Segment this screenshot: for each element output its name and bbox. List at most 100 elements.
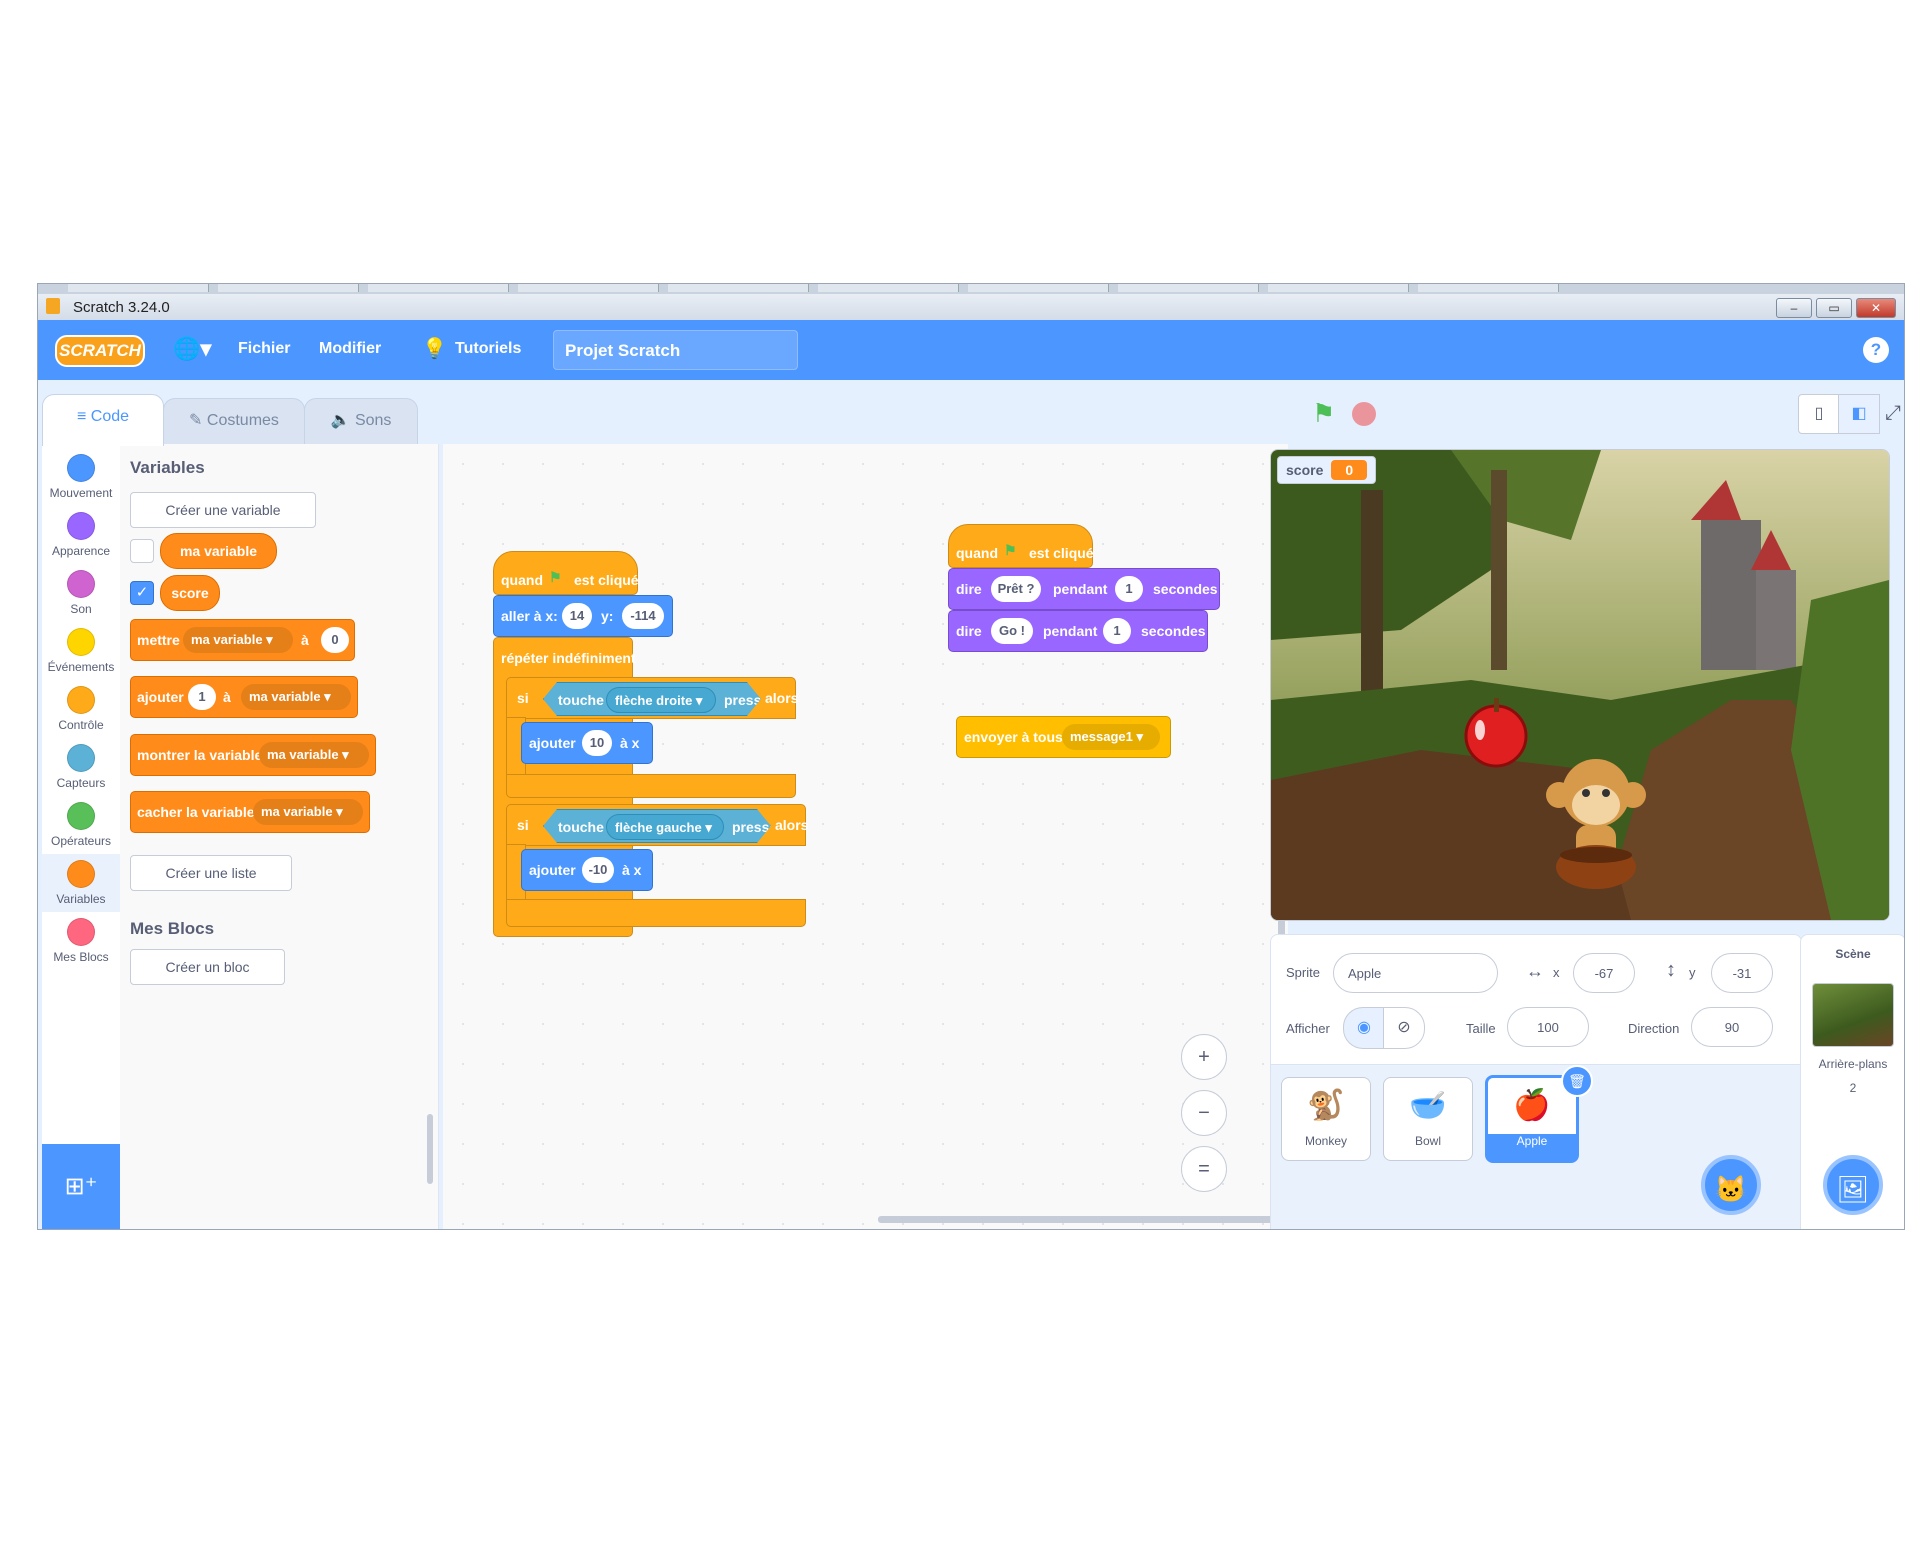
if-right-end	[506, 774, 796, 798]
key-pressed-right-sensor[interactable]: touche flèche droite ▾ pressée ?	[543, 682, 761, 716]
tab-code[interactable]: ≡ Code	[42, 394, 164, 446]
when-flag-clicked-hat-2[interactable]: quand ⚑ est cliqué	[948, 524, 1094, 568]
add-extension-button[interactable]: ⊞⁺	[42, 1144, 120, 1229]
apple-sprite[interactable]	[1456, 690, 1536, 770]
small-stage-icon[interactable]: ▯	[1798, 394, 1840, 434]
stage-canvas[interactable]: score 0	[1270, 449, 1890, 921]
sprite-name-input[interactable]: Apple	[1333, 953, 1498, 993]
variable-dropdown[interactable]: ma variable ▾	[241, 684, 351, 710]
category-sensing[interactable]: Capteurs	[42, 744, 120, 798]
minimize-button[interactable]: –	[1776, 298, 1812, 318]
green-flag-icon[interactable]: ⚑	[1312, 398, 1335, 429]
choose-backdrop-button[interactable]: 🖼	[1823, 1155, 1883, 1215]
palette-scrollbar[interactable]	[427, 1114, 433, 1184]
variable-dropdown[interactable]: ma variable ▾	[183, 627, 293, 653]
project-title-input[interactable]: Projet Scratch	[553, 330, 798, 370]
category-motion[interactable]: Mouvement	[42, 454, 120, 508]
sprite-tile-monkey[interactable]: 🐒 Monkey	[1281, 1077, 1371, 1161]
broadcast-block[interactable]: envoyer à tous message1 ▾	[956, 716, 1171, 758]
dx-input[interactable]: -10	[582, 857, 614, 883]
change-x-right-block[interactable]: ajouter 10 à x	[521, 722, 653, 764]
sensing-dot-icon	[67, 744, 95, 772]
close-button[interactable]: ✕	[1856, 298, 1896, 318]
create-list-button[interactable]: Créer une liste	[130, 855, 292, 891]
bowl-icon: 🥣	[1409, 1089, 1447, 1122]
when-flag-clicked-hat[interactable]: quand ⚑ est cliqué	[493, 551, 639, 595]
change-x-left-block[interactable]: ajouter -10 à x	[521, 849, 653, 891]
category-sound[interactable]: Son	[42, 570, 120, 624]
sprite-tile-bowl[interactable]: 🥣 Bowl	[1383, 1077, 1473, 1161]
score-monitor[interactable]: score 0	[1277, 456, 1377, 484]
tab-sounds[interactable]: 🔈 Sons	[304, 398, 418, 445]
show-variable-block[interactable]: montrer la variable ma variable ▾	[130, 734, 376, 776]
menu-tutorials[interactable]: Tutoriels	[455, 340, 521, 358]
message-input[interactable]: Prêt ?	[991, 576, 1041, 602]
category-operators[interactable]: Opérateurs	[42, 802, 120, 856]
create-block-button[interactable]: Créer un bloc	[130, 949, 285, 985]
x-input[interactable]: -67	[1573, 953, 1635, 993]
variable-dropdown[interactable]: ma variable ▾	[253, 799, 363, 825]
stage-selector-panel[interactable]: Scène Arrière-plans 2 🖼	[1800, 934, 1904, 1229]
delete-sprite-icon[interactable]: 🗑	[1561, 1065, 1593, 1097]
category-variables[interactable]: Variables	[42, 854, 120, 912]
var-checkbox-score[interactable]: ✓	[130, 581, 154, 605]
workspace-h-scrollbar[interactable]	[878, 1216, 1278, 1223]
dx-input[interactable]: 10	[582, 730, 612, 756]
category-control[interactable]: Contrôle	[42, 686, 120, 740]
category-myblocks[interactable]: Mes Blocs	[42, 918, 120, 972]
fullscreen-icon[interactable]: ⤢	[1883, 394, 1903, 432]
y-input[interactable]: -114	[622, 603, 664, 629]
globe-icon[interactable]: 🌐▾	[173, 336, 211, 362]
category-looks[interactable]: Apparence	[42, 512, 120, 566]
hide-sprite-eye-icon[interactable]: ⊘	[1383, 1007, 1425, 1049]
show-label: Afficher	[1286, 1021, 1330, 1036]
reporter-score[interactable]: score	[160, 575, 220, 611]
message-dropdown[interactable]: message1 ▾	[1062, 724, 1160, 750]
stop-icon[interactable]	[1352, 402, 1376, 426]
key-pressed-left-sensor[interactable]: touche flèche gauche ▾ pressée ?	[543, 809, 771, 843]
sprite-label: Sprite	[1286, 965, 1320, 980]
stage-title: Scène	[1835, 947, 1871, 961]
key-dropdown[interactable]: flèche droite ▾	[606, 687, 716, 713]
go-to-xy-block[interactable]: aller à x: 14 y: -114	[493, 595, 673, 637]
backdrop-thumbnail[interactable]	[1812, 983, 1894, 1047]
message-input[interactable]: Go !	[991, 618, 1033, 644]
menu-edit[interactable]: Modifier	[319, 340, 381, 358]
tab-costumes[interactable]: ✎ Costumes	[163, 398, 305, 445]
create-variable-button[interactable]: Créer une variable	[130, 492, 316, 528]
key-dropdown[interactable]: flèche gauche ▾	[606, 814, 724, 840]
seconds-input[interactable]: 1	[1103, 618, 1131, 644]
events-dot-icon	[67, 628, 95, 656]
hide-variable-block[interactable]: cacher la variable ma variable ▾	[130, 791, 370, 833]
say-for-secs-block[interactable]: dire Prêt ? pendant 1 secondes	[948, 568, 1220, 610]
reporter-ma-variable[interactable]: ma variable	[160, 533, 277, 569]
scratch-logo[interactable]: SCRATCH	[55, 335, 145, 367]
zoom-reset-icon[interactable]: =	[1181, 1146, 1227, 1192]
value-input[interactable]: 0	[321, 627, 349, 653]
menu-bar: SCRATCH 🌐▾ Fichier Modifier 💡 Tutoriels …	[38, 320, 1904, 380]
zoom-in-icon[interactable]: +	[1181, 1034, 1227, 1080]
value-input[interactable]: 1	[188, 684, 216, 710]
sprite-list: 🐒 Monkey 🥣 Bowl 🍎 Apple 🗑 🐱	[1270, 1064, 1802, 1229]
change-variable-block[interactable]: ajouter 1 à ma variable ▾	[130, 676, 358, 718]
show-sprite-eye-icon[interactable]: ◉	[1343, 1007, 1385, 1049]
seconds-input[interactable]: 1	[1115, 576, 1143, 602]
maximize-button[interactable]: ▭	[1816, 298, 1852, 318]
variable-dropdown[interactable]: ma variable ▾	[259, 742, 369, 768]
if-left-key-block[interactable]: si touche flèche gauche ▾ pressée ? alor…	[506, 804, 808, 846]
normal-stage-icon[interactable]: ◧	[1838, 394, 1880, 434]
y-input[interactable]: -31	[1711, 953, 1773, 993]
x-input[interactable]: 14	[562, 603, 592, 629]
monkey-sprite[interactable]	[1541, 755, 1651, 905]
if-right-key-block[interactable]: si touche flèche droite ▾ pressée ? alor…	[506, 677, 798, 719]
say-for-secs-block-2[interactable]: dire Go ! pendant 1 secondes	[948, 610, 1208, 652]
choose-sprite-button[interactable]: 🐱	[1701, 1155, 1761, 1215]
zoom-out-icon[interactable]: −	[1181, 1090, 1227, 1136]
category-events[interactable]: Événements	[42, 628, 120, 682]
menu-file[interactable]: Fichier	[238, 340, 290, 358]
help-icon[interactable]: ?	[1863, 337, 1889, 363]
size-input[interactable]: 100	[1507, 1007, 1589, 1047]
set-variable-block[interactable]: mettre ma variable ▾ à 0	[130, 619, 355, 661]
var-checkbox-ma-variable[interactable]	[130, 539, 154, 563]
direction-input[interactable]: 90	[1691, 1007, 1773, 1047]
